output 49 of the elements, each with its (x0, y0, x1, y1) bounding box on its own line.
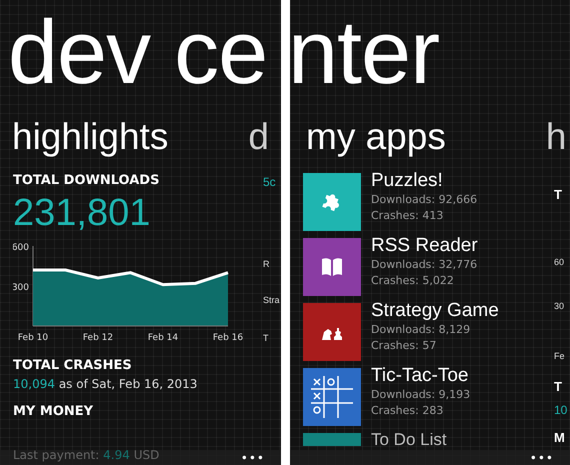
section-label: TOTAL DOWNLOADS (13, 173, 160, 188)
app-title: nter (290, 8, 440, 98)
app-crashes: Crashes: 283 (371, 404, 444, 417)
app-tile[interactable] (303, 238, 361, 296)
x-tick-label: Feb 16 (212, 333, 244, 343)
app-downloads: Downloads: 9,193 (371, 388, 470, 401)
app-downloads: Downloads: 92,666 (371, 193, 478, 206)
next-page-text: Stra (263, 296, 280, 305)
last-payment-text: Last payment: 4.94 USD (13, 448, 160, 462)
x-tick-label: Feb 14 (148, 333, 178, 343)
more-button[interactable]: ••• (240, 450, 265, 464)
app-downloads: Downloads: 32,776 (371, 258, 478, 271)
crashes-summary: 10,094 as of Sat, Feb 16, 2013 (13, 377, 198, 391)
app-tile[interactable] (303, 433, 361, 446)
app-name[interactable]: Puzzles! (371, 171, 443, 190)
app-name[interactable]: To Do List (371, 433, 447, 448)
next-page-text: 5c (263, 176, 276, 188)
app-tile[interactable] (303, 368, 361, 426)
app-downloads: Downloads: 8,129 (371, 323, 470, 336)
app-name[interactable]: Tic-Tac-Toe (371, 366, 468, 385)
pivot-header[interactable]: d (248, 118, 269, 155)
pivot-header[interactable]: highlights (12, 118, 168, 155)
downloads-count: 231,801 (13, 194, 150, 232)
next-page-text: T (554, 188, 562, 201)
section-label: MY MONEY (13, 404, 94, 419)
app-title: dev ce (8, 8, 268, 98)
next-page-text: T (554, 380, 562, 393)
pivot-header[interactable]: my apps (306, 118, 446, 155)
pivot-header[interactable]: h (546, 118, 566, 155)
next-page-text: T (263, 334, 268, 343)
next-page-text: 30 (554, 302, 564, 311)
next-page-text: 60 (554, 258, 564, 267)
app-crashes: Crashes: 5,022 (371, 274, 454, 287)
app-crashes: Crashes: 413 (371, 209, 444, 222)
next-page-text: R (263, 260, 270, 269)
app-name[interactable]: RSS Reader (371, 236, 478, 255)
app-name[interactable]: Strategy Game (371, 301, 499, 320)
tic-tac-toe-icon (309, 374, 355, 420)
x-tick-label: Feb 12 (82, 333, 114, 343)
section-label: TOTAL CRASHES (13, 358, 132, 373)
next-page-text: 10 (554, 404, 568, 416)
app-tile[interactable] (303, 173, 361, 231)
x-tick-label: Feb 10 (18, 333, 48, 343)
more-button[interactable]: ••• (530, 450, 554, 464)
book-icon (322, 258, 342, 276)
next-page-text: M (554, 431, 565, 444)
next-page-text: Fe (554, 352, 565, 361)
app-tile[interactable] (303, 303, 361, 361)
app-crashes: Crashes: 57 (371, 339, 436, 352)
